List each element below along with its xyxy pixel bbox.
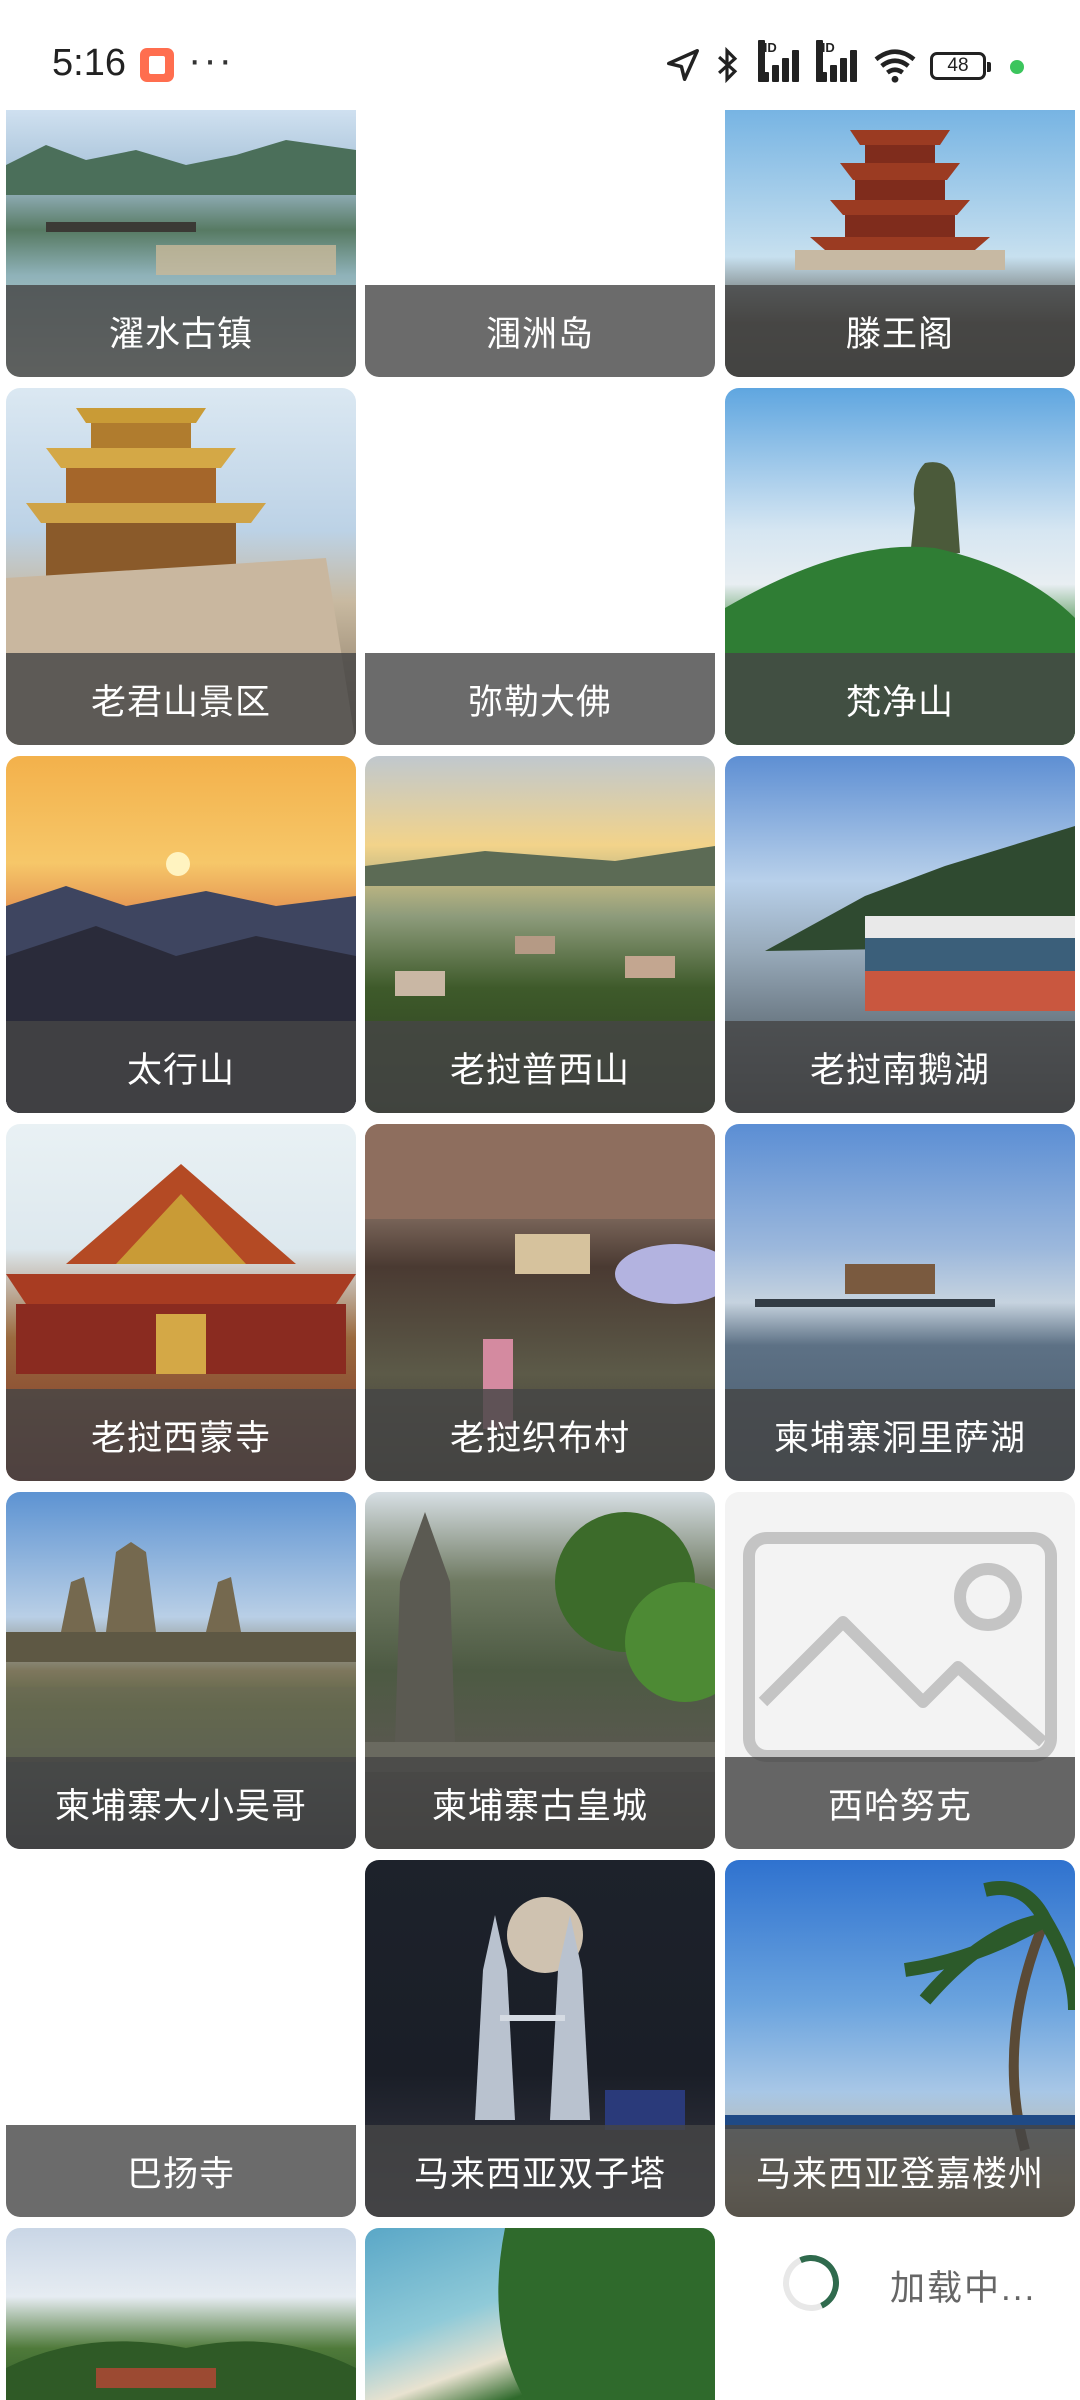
attraction-card[interactable] (6, 2228, 356, 2400)
loading-spinner-icon (775, 2247, 847, 2319)
attraction-card[interactable] (365, 2228, 715, 2400)
attraction-card[interactable]: 弥勒大佛 (365, 388, 715, 745)
attraction-card[interactable]: 巴扬寺 (6, 1860, 356, 2217)
attraction-card[interactable]: 老挝西蒙寺 (6, 1124, 356, 1481)
loading-text: 加载中... (890, 2269, 1037, 2308)
card-label: 弥勒大佛 (365, 653, 715, 745)
attraction-card[interactable]: 老挝普西山 (365, 756, 715, 1113)
card-label: 滕王阁 (725, 285, 1075, 377)
image-placeholder-icon (743, 1532, 1057, 1762)
card-label: 马来西亚登嘉楼州 (725, 2125, 1075, 2217)
card-label: 西哈努克 (725, 1757, 1075, 1849)
attraction-card[interactable]: 滕王阁 (725, 110, 1075, 377)
card-label: 老挝南鹅湖 (725, 1021, 1075, 1113)
attraction-card[interactable]: 老挝南鹅湖 (725, 756, 1075, 1113)
card-label: 老君山景区 (6, 653, 356, 745)
card-label: 柬埔寨洞里萨湖 (725, 1389, 1075, 1481)
attraction-card[interactable]: 老君山景区 (6, 388, 356, 745)
attraction-grid: 濯水古镇 涠洲岛 滕王阁 老君山景区 弥勒大佛 梵净山 太行山 老挝普西山 老挝… (0, 0, 1080, 2400)
card-label: 老挝西蒙寺 (6, 1389, 356, 1481)
card-label: 巴扬寺 (6, 2125, 356, 2217)
card-label: 马来西亚双子塔 (365, 2125, 715, 2217)
loading-indicator: 加载中... (725, 2225, 1075, 2355)
card-label: 老挝普西山 (365, 1021, 715, 1113)
attraction-card[interactable]: 老挝织布村 (365, 1124, 715, 1481)
card-label: 柬埔寨大小吴哥 (6, 1757, 356, 1849)
card-label: 濯水古镇 (6, 285, 356, 377)
card-label: 柬埔寨古皇城 (365, 1757, 715, 1849)
card-label: 涠洲岛 (365, 285, 715, 377)
card-label: 老挝织布村 (365, 1389, 715, 1481)
attraction-card[interactable]: 柬埔寨大小吴哥 (6, 1492, 356, 1849)
attraction-card[interactable]: 太行山 (6, 756, 356, 1113)
card-label: 太行山 (6, 1021, 356, 1113)
attraction-card[interactable]: 马来西亚双子塔 (365, 1860, 715, 2217)
attraction-card[interactable]: 涠洲岛 (365, 110, 715, 377)
card-label: 梵净山 (725, 653, 1075, 745)
attraction-card[interactable]: 柬埔寨古皇城 (365, 1492, 715, 1849)
attraction-card[interactable]: 梵净山 (725, 388, 1075, 745)
attraction-card[interactable]: 濯水古镇 (6, 110, 356, 377)
attraction-card[interactable]: 马来西亚登嘉楼州 (725, 1860, 1075, 2217)
attraction-card[interactable]: 柬埔寨洞里萨湖 (725, 1124, 1075, 1481)
attraction-card[interactable]: 西哈努克 (725, 1492, 1075, 1849)
